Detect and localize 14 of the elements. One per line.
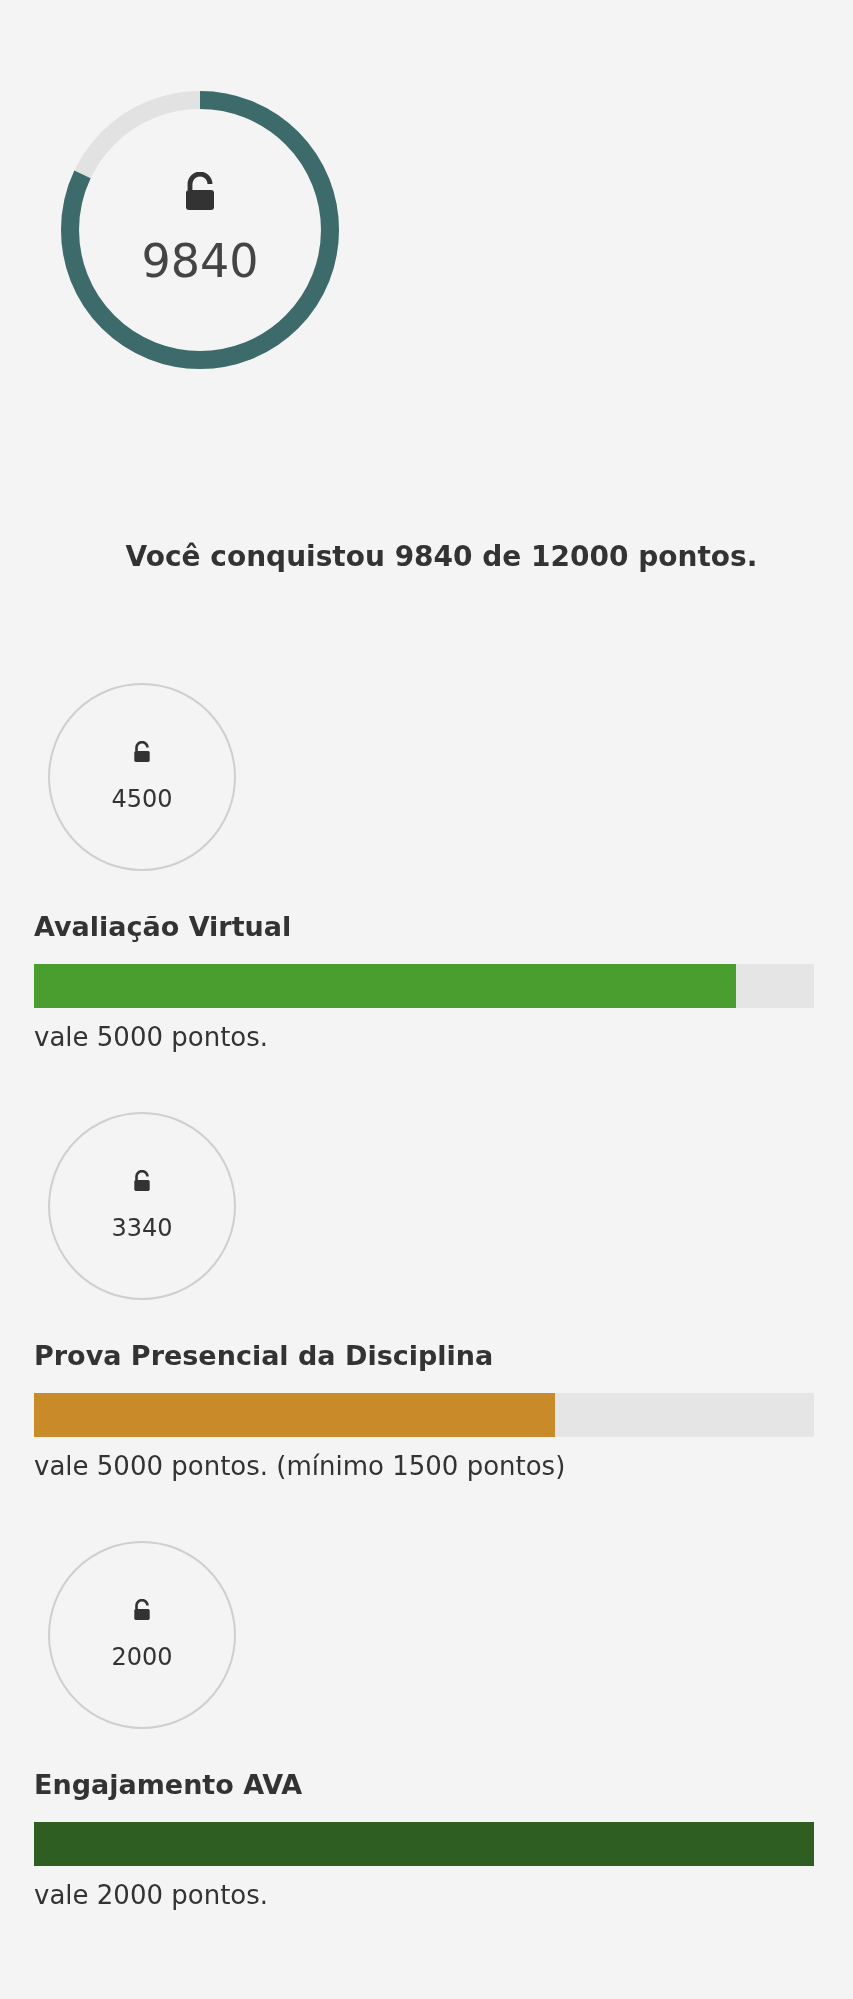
points-note: vale 5000 pontos. (mínimo 1500 pontos) (34, 1451, 567, 1481)
summary-text: Você conquistou 9840 de 12000 pontos. (124, 540, 759, 573)
points-value: 3340 (111, 1214, 173, 1242)
padlock-icon (131, 1599, 153, 1621)
points-note: vale 5000 pontos. (34, 1022, 270, 1052)
category-title: Prova Presencial da Disciplina (34, 1340, 495, 1371)
padlock-icon (131, 1170, 153, 1192)
points-value: 2000 (111, 1643, 173, 1671)
padlock-icon (131, 741, 153, 763)
category-title: Engajamento AVA (34, 1769, 304, 1800)
points-note: vale 2000 pontos. (34, 1880, 270, 1910)
total-points: 9840 (141, 234, 259, 288)
category-title: Avaliação Virtual (34, 911, 293, 942)
points-value: 4500 (111, 785, 173, 813)
